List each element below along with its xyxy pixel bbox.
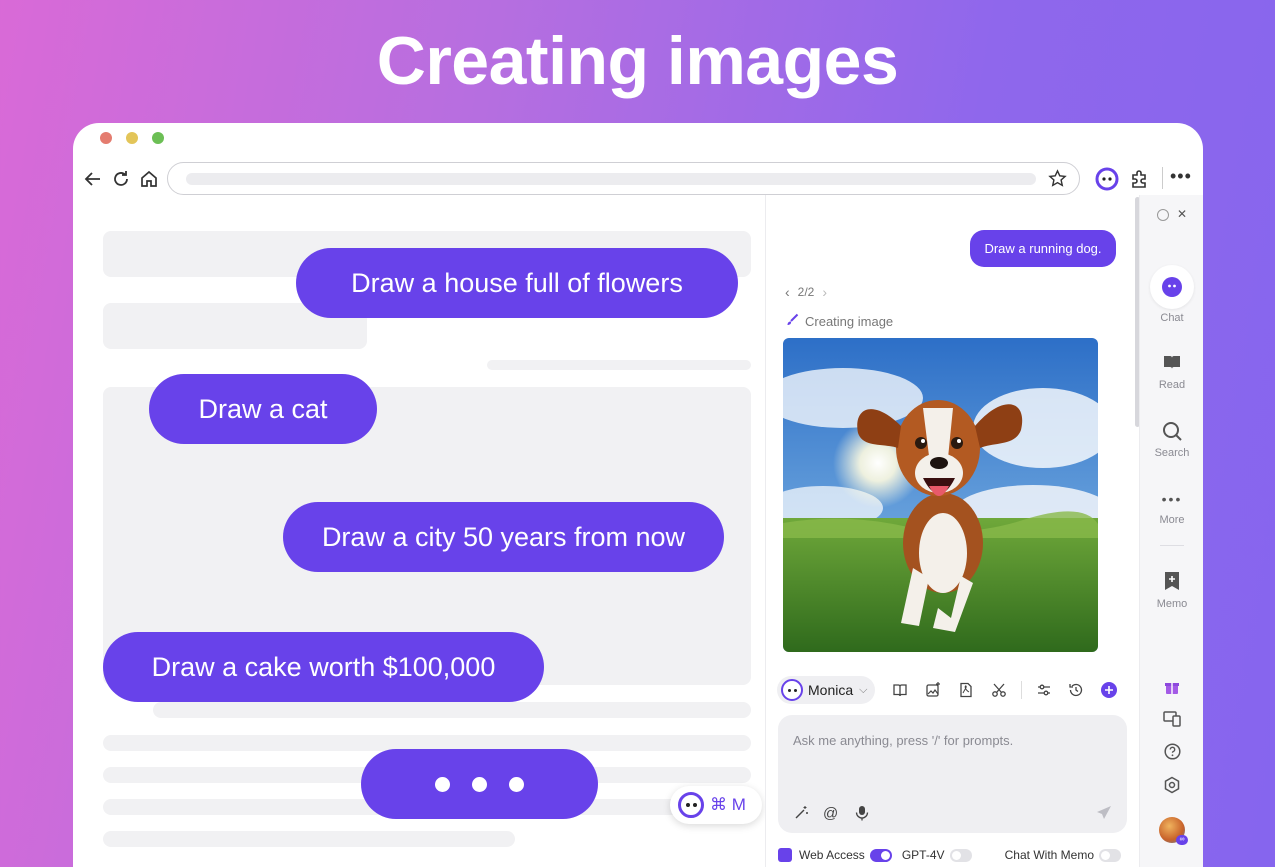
address-placeholder [186, 173, 1036, 185]
history-icon[interactable] [1065, 679, 1087, 701]
placeholder-line [153, 702, 751, 718]
rail-label-chat: Chat [1160, 312, 1184, 324]
close-window-dot[interactable] [100, 132, 112, 144]
rail-label-read: Read [1158, 379, 1186, 391]
refresh-panel-icon[interactable] [1157, 209, 1169, 221]
bookmark-star-icon[interactable] [1048, 169, 1067, 193]
sliders-icon[interactable] [1033, 679, 1055, 701]
paintbrush-icon [785, 313, 799, 330]
image-add-icon[interactable] [922, 679, 944, 701]
monica-shortcut-button[interactable]: ⌘ M [670, 786, 762, 824]
gift-icon[interactable] [1140, 679, 1203, 700]
mention-icon[interactable]: @ [823, 805, 838, 822]
image-pager: ‹ 2/2 › [785, 283, 827, 301]
panel-footer: Web Access GPT-4V Chat With Memo [778, 845, 1133, 865]
new-chat-icon[interactable] [1098, 679, 1120, 701]
pager-count: 2/2 [797, 285, 815, 299]
magic-wand-icon[interactable] [793, 805, 809, 825]
placeholder-line [103, 831, 515, 847]
placeholder-line [487, 360, 751, 370]
monica-extension-icon[interactable] [1095, 167, 1119, 195]
rail-divider [1160, 545, 1184, 546]
rail-item-more[interactable]: ••• More [1140, 487, 1203, 526]
user-message: Draw a running dog. [970, 230, 1116, 267]
home-icon[interactable] [139, 169, 159, 193]
web-page: Draw a house full of flowers Draw a cat … [73, 195, 765, 867]
chat-face-icon [1150, 265, 1194, 309]
back-arrow-icon[interactable] [83, 169, 103, 193]
status-text: Creating image [805, 314, 894, 329]
model-name: Monica [808, 682, 854, 698]
prompt-bubble-city: Draw a city 50 years from now [283, 502, 724, 572]
prompt-bubble-cake: Draw a cake worth $100,000 [103, 632, 544, 702]
web-access-label: Web Access [799, 848, 865, 862]
rail-item-chat[interactable]: Chat [1140, 265, 1203, 324]
status-line: Creating image [785, 313, 893, 330]
rail-label-more: More [1159, 514, 1185, 526]
toolbar-divider [1162, 167, 1163, 189]
microphone-icon[interactable] [855, 805, 869, 825]
maximize-window-dot[interactable] [152, 132, 164, 144]
model-selector[interactable]: Monica ⌵ [777, 676, 876, 704]
puzzle-extensions-icon[interactable] [1129, 168, 1151, 194]
headline: Creating images [376, 23, 899, 99]
read-icon [1140, 352, 1203, 376]
shortcut-label: ⌘ M [710, 795, 746, 814]
web-access-toggle[interactable] [869, 848, 892, 862]
pdf-icon[interactable] [955, 679, 977, 701]
rail-label-search: Search [1154, 447, 1190, 459]
panel-toolbar: Monica ⌵ [777, 675, 1131, 705]
memo-label: Chat With Memo [1004, 848, 1094, 862]
chevron-left-icon[interactable]: ‹ [785, 284, 790, 300]
minimize-window-dot[interactable] [126, 132, 138, 144]
typing-indicator [361, 749, 598, 819]
web-access-icon [778, 848, 792, 862]
toolbar-divider [1020, 681, 1022, 699]
chevron-down-icon: ⌵ [859, 683, 868, 696]
memo-bookmark-icon [1140, 571, 1203, 595]
monica-face-icon [678, 792, 704, 818]
chevron-right-icon[interactable]: › [822, 284, 827, 300]
memo-toggle[interactable] [1099, 848, 1121, 862]
address-bar[interactable] [167, 162, 1080, 195]
search-icon [1140, 420, 1203, 444]
rail-item-search[interactable]: Search [1140, 420, 1203, 459]
more-dots-icon: ••• [1161, 491, 1183, 507]
right-rail: ✕ Chat Read Search ••• More Memo ∞ [1139, 195, 1203, 867]
scissors-icon[interactable] [988, 679, 1010, 701]
help-icon[interactable] [1140, 743, 1203, 765]
generated-dog-image[interactable] [783, 338, 1098, 652]
avatar[interactable]: ∞ [1140, 817, 1203, 848]
gpt-label: GPT-4V [901, 848, 945, 862]
browser-window: ••• Draw a house full of flowers Draw a … [73, 123, 1203, 867]
rail-item-memo[interactable]: Memo [1140, 571, 1203, 610]
monica-face-icon [781, 679, 803, 701]
chat-input[interactable]: Ask me anything, press '/' for prompts. … [778, 715, 1127, 833]
send-icon[interactable] [1096, 805, 1112, 825]
settings-gear-icon[interactable] [1140, 776, 1203, 799]
prompt-bubble-house: Draw a house full of flowers [296, 248, 738, 318]
book-icon[interactable] [889, 679, 911, 701]
gpt-toggle[interactable] [949, 848, 972, 862]
rail-item-read[interactable]: Read [1140, 352, 1203, 391]
devices-icon[interactable] [1140, 711, 1203, 732]
reload-icon[interactable] [111, 169, 131, 193]
input-placeholder: Ask me anything, press '/' for prompts. [793, 733, 1014, 748]
infinity-badge: ∞ [1176, 835, 1188, 845]
rail-label-memo: Memo [1156, 598, 1188, 610]
prompt-bubble-cat: Draw a cat [149, 374, 377, 444]
close-panel-icon[interactable]: ✕ [1177, 207, 1187, 221]
more-menu-icon[interactable]: ••• [1170, 166, 1192, 186]
